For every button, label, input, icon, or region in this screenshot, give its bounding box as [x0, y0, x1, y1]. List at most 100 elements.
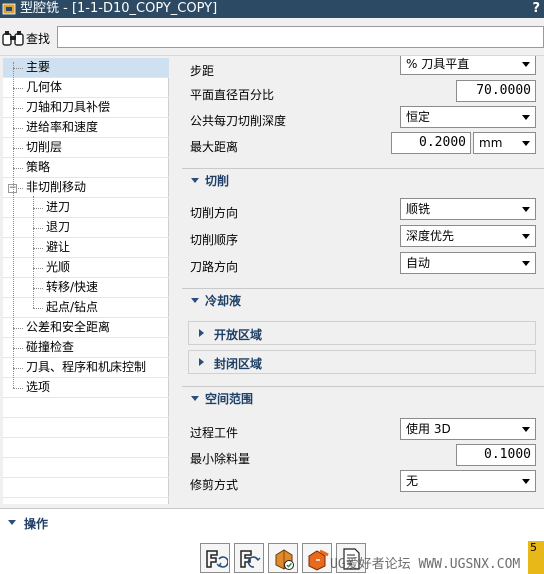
ipw-row: 过程工件 使用 3D: [178, 418, 544, 444]
search-input[interactable]: [57, 26, 544, 48]
cut-order-dropdown[interactable]: 深度优先: [400, 225, 536, 247]
tree-item-label: 策略: [26, 160, 51, 174]
path-direction-dropdown[interactable]: 自动: [400, 252, 536, 274]
cut-direction-value: 顺铣: [406, 202, 431, 216]
max-distance-input[interactable]: 0.2000: [391, 132, 471, 154]
generate-button[interactable]: [200, 543, 230, 573]
tree-item-label: 进刀: [46, 200, 71, 214]
tree-empty-row: [3, 478, 169, 498]
trim-row: 修剪方式 无: [178, 470, 544, 496]
tree-item[interactable]: 进刀: [3, 198, 169, 218]
tree-connector: [33, 248, 43, 249]
search-label: 查找: [26, 32, 51, 46]
tree-item-label: 避让: [46, 240, 71, 254]
stepover-value: % 刀具平直: [406, 57, 470, 71]
tree-item[interactable]: 转移/快速: [3, 278, 169, 298]
actions-section: 操作 UG爱好者论坛 WWW.UGSNX.COM 5: [0, 508, 544, 574]
open-region-subgroup[interactable]: 开放区域: [188, 321, 536, 345]
tree-connector: [13, 128, 23, 129]
tree-item[interactable]: 切削层: [3, 138, 169, 158]
tree-connector: [13, 328, 23, 329]
tree-item-label: 光顺: [46, 260, 71, 274]
tree-connector: [13, 348, 23, 349]
confirm-toolpath-icon: [275, 549, 294, 570]
path-direction-row: 刀路方向 自动: [178, 252, 544, 278]
tree-empty-row: [3, 458, 169, 478]
closed-region-subgroup[interactable]: 封闭区域: [188, 350, 536, 374]
replay-button[interactable]: [234, 543, 264, 573]
expand-triangle-icon: [199, 329, 204, 337]
trim-label: 修剪方式: [190, 478, 239, 492]
cut-direction-dropdown[interactable]: 顺铣: [400, 198, 536, 220]
trim-dropdown[interactable]: 无: [400, 470, 536, 492]
chevron-down-icon: [522, 141, 530, 146]
chevron-down-icon: [522, 115, 530, 120]
cut-order-row: 切削顺序 深度优先: [178, 225, 544, 251]
closed-region-title: 封闭区域: [214, 357, 263, 371]
tree-item[interactable]: 碰撞检查: [3, 338, 169, 358]
tree-item[interactable]: 进给率和速度: [3, 118, 169, 138]
binoculars-icon: [2, 31, 24, 46]
tree-item-label: 几何体: [26, 80, 63, 94]
tree-item[interactable]: 非切削移动 −: [3, 178, 169, 198]
collapse-triangle-icon: [191, 298, 199, 303]
chevron-down-icon: [522, 261, 530, 266]
tree-item[interactable]: 公差和安全距离: [3, 318, 169, 338]
path-direction-value: 自动: [406, 256, 431, 270]
tree-item-label: 刀轴和刀具补偿: [26, 100, 111, 114]
tree-item[interactable]: 几何体: [3, 78, 169, 98]
common-depth-value: 恒定: [406, 110, 431, 124]
cut-order-value: 深度优先: [406, 229, 455, 243]
min-removal-input[interactable]: 0.1000: [456, 444, 536, 466]
tree-item-label: 起点/钻点: [46, 300, 99, 314]
tree-connector: [33, 288, 43, 289]
generate-path-icon: [206, 550, 228, 568]
chevron-down-icon: [522, 62, 530, 67]
tree-connector: [13, 168, 23, 169]
help-button[interactable]: ?: [532, 0, 540, 18]
verify-button[interactable]: [302, 543, 332, 573]
coolant-group-header[interactable]: 冷却液: [182, 288, 544, 310]
trim-value: 无: [406, 474, 419, 488]
stepover-dropdown[interactable]: % 刀具平直: [400, 56, 536, 75]
spatial-group-header[interactable]: 空间范围: [182, 386, 544, 408]
search-bar: 查找: [0, 18, 544, 56]
tree-item-label: 主要: [26, 60, 51, 74]
tree-connector: [13, 388, 23, 389]
max-distance-unit-dropdown[interactable]: mm: [473, 132, 536, 154]
tree-item[interactable]: 起点/钻点: [3, 298, 169, 318]
cut-direction-row: 切削方向 顺铣: [178, 198, 544, 224]
tree-connector: [33, 228, 43, 229]
tree-item[interactable]: 策略: [3, 158, 169, 178]
tree-item[interactable]: 主要: [3, 58, 169, 78]
ipw-label: 过程工件: [190, 426, 239, 440]
tree-connector: [13, 68, 23, 69]
tree-item[interactable]: 光顺: [3, 258, 169, 278]
tree-empty-row: [3, 418, 169, 438]
max-distance-row: 最大距离 0.2000 mm: [178, 132, 544, 158]
tree-item[interactable]: 刀轴和刀具补偿: [3, 98, 169, 118]
spatial-group-title: 空间范围: [205, 392, 254, 406]
tree-item[interactable]: 选项: [3, 378, 169, 398]
tree-item-label: 退刀: [46, 220, 71, 234]
tree-empty-row: [3, 438, 169, 458]
tree-connector: [13, 148, 23, 149]
percent-flat-input[interactable]: 70.0000: [456, 80, 536, 102]
tree-connector: [33, 268, 43, 269]
cutting-group-header[interactable]: 切削: [182, 168, 544, 190]
percent-flat-row: 平面直径百分比 70.0000: [178, 80, 544, 106]
tree-item[interactable]: 退刀: [3, 218, 169, 238]
chevron-down-icon: [522, 427, 530, 432]
cut-direction-label: 切削方向: [190, 206, 239, 220]
ipw-value: 使用 3D: [406, 422, 451, 436]
ipw-dropdown[interactable]: 使用 3D: [400, 418, 536, 440]
common-depth-dropdown[interactable]: 恒定: [400, 106, 536, 128]
tree-connector: [13, 108, 23, 109]
tree-item[interactable]: 避让: [3, 238, 169, 258]
tree-item-label: 碰撞检查: [26, 340, 75, 354]
collapse-triangle-icon: [191, 178, 199, 183]
confirm-button[interactable]: [268, 543, 298, 573]
collapse-triangle-icon: [8, 520, 16, 525]
tree-item-label: 转移/快速: [46, 280, 99, 294]
tree-item[interactable]: 刀具、程序和机床控制: [3, 358, 169, 378]
